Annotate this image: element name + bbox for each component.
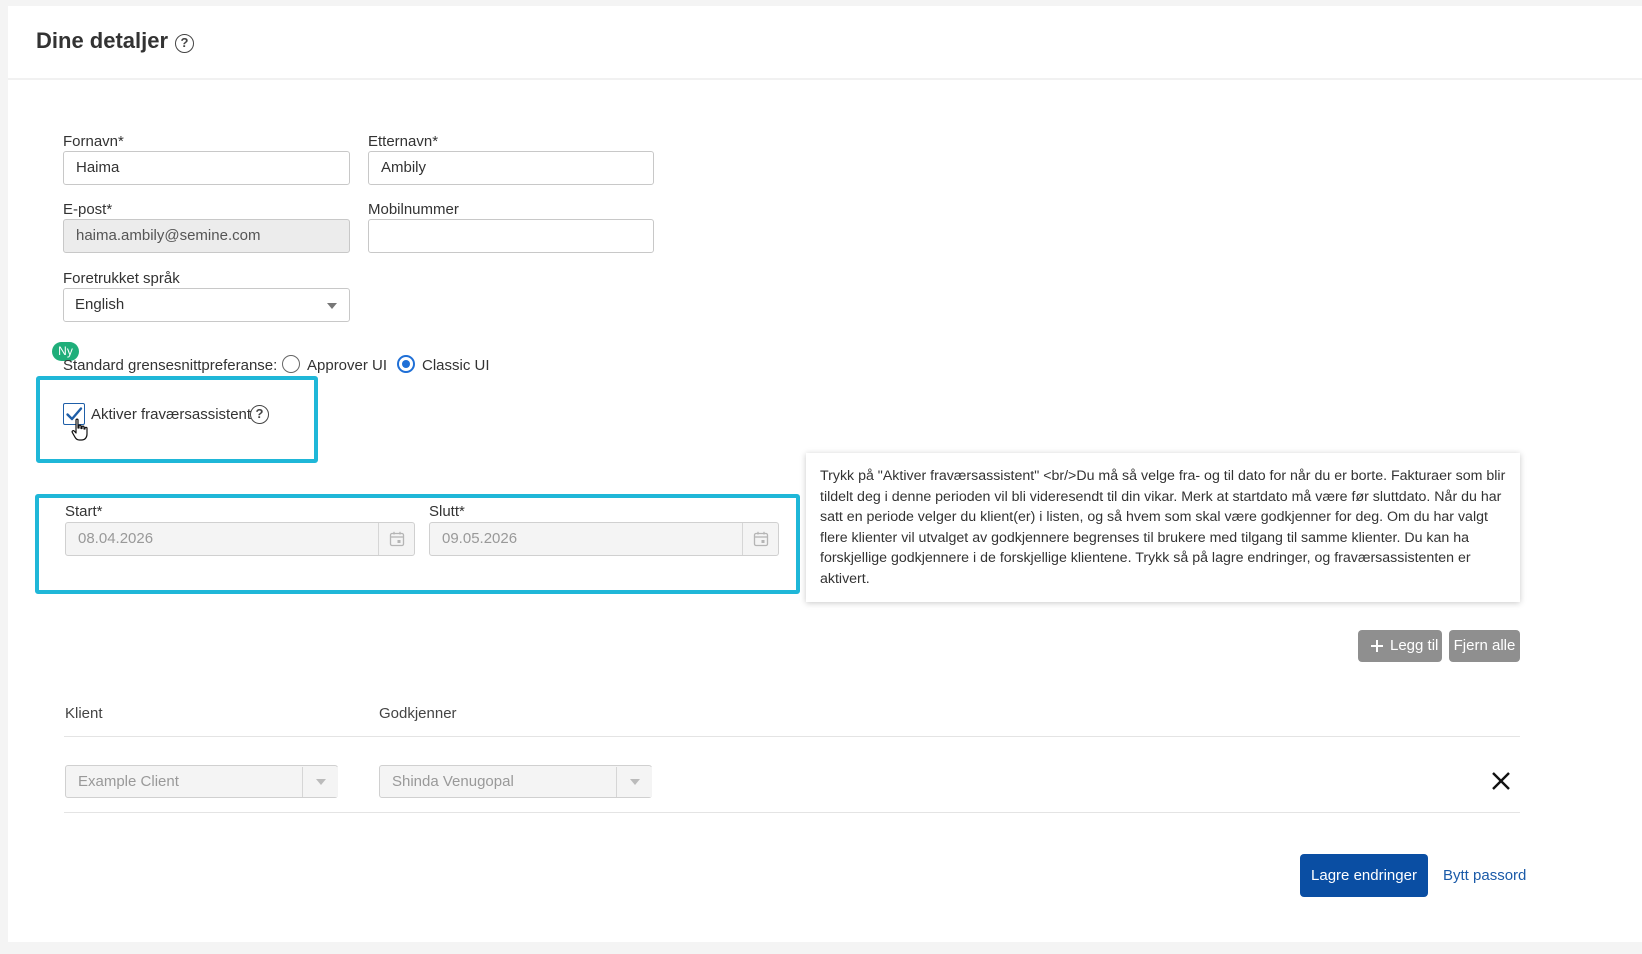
language-selected-value: English: [75, 296, 125, 313]
end-date-value: 09.05.2026: [442, 530, 518, 547]
approver-select-value: Shinda Venugopal: [392, 773, 514, 790]
table-row-divider: [64, 812, 1520, 813]
client-select[interactable]: Example Client: [65, 765, 338, 798]
last-name-label: Etternavn*: [368, 133, 439, 150]
add-button-label: Legg til: [1390, 637, 1439, 654]
approver-dropdown-button: [616, 767, 652, 797]
classic-ui-radio[interactable]: [397, 355, 415, 373]
remove-all-button[interactable]: Fjern alle: [1449, 630, 1520, 662]
start-date-separator: [378, 523, 379, 555]
help-icon[interactable]: ?: [250, 405, 269, 424]
chevron-down-icon: [316, 779, 326, 785]
language-select[interactable]: English: [63, 288, 350, 322]
end-date-separator: [742, 523, 743, 555]
start-date-value: 08.04.2026: [78, 530, 154, 547]
chevron-down-icon: [630, 779, 640, 785]
approver-ui-label: Approver UI: [307, 357, 388, 374]
email-field: haima.ambily@semine.com: [63, 219, 350, 253]
approver-select[interactable]: Shinda Venugopal: [379, 765, 652, 798]
mobile-label: Mobilnummer: [368, 201, 459, 218]
end-date-field[interactable]: 09.05.2026: [429, 522, 779, 556]
help-tooltip: Trykk på "Aktiver fraværsassistent" <br/…: [806, 453, 1520, 602]
email-label: E-post*: [63, 201, 113, 218]
approver-ui-radio[interactable]: [282, 355, 300, 373]
client-select-value: Example Client: [78, 773, 179, 790]
calendar-icon[interactable]: [389, 531, 405, 547]
table-header-divider: [64, 736, 1520, 737]
page-header: Dine detaljer ?: [8, 6, 1642, 80]
save-changes-button[interactable]: Lagre endringer: [1300, 854, 1428, 897]
last-name-field[interactable]: Ambily: [368, 151, 654, 185]
hand-cursor-icon: [71, 418, 88, 441]
classic-ui-label: Classic UI: [422, 357, 490, 374]
approver-column-header: Godkjenner: [379, 705, 457, 722]
mobile-field[interactable]: [368, 219, 654, 253]
change-password-link[interactable]: Bytt passord: [1443, 867, 1526, 884]
page-title: Dine detaljer: [36, 28, 169, 53]
start-date-label: Start*: [65, 503, 103, 520]
help-icon[interactable]: ?: [175, 34, 194, 53]
end-date-label: Slutt*: [429, 503, 465, 520]
plus-icon: [1371, 640, 1383, 652]
first-name-field[interactable]: Haima: [63, 151, 350, 185]
language-label: Foretrukket språk: [63, 270, 180, 287]
client-column-header: Klient: [65, 705, 103, 722]
start-date-field[interactable]: 08.04.2026: [65, 522, 415, 556]
add-button[interactable]: Legg til: [1358, 630, 1442, 662]
first-name-label: Fornavn*: [63, 133, 124, 150]
client-dropdown-button: [302, 767, 338, 797]
absence-assistant-label: Aktiver fraværsassistent: [91, 406, 252, 423]
close-icon[interactable]: [1491, 771, 1511, 791]
interface-pref-label: Standard grensesnittpreferanse:: [63, 357, 278, 374]
chevron-down-icon: [327, 303, 337, 309]
calendar-icon[interactable]: [753, 531, 769, 547]
